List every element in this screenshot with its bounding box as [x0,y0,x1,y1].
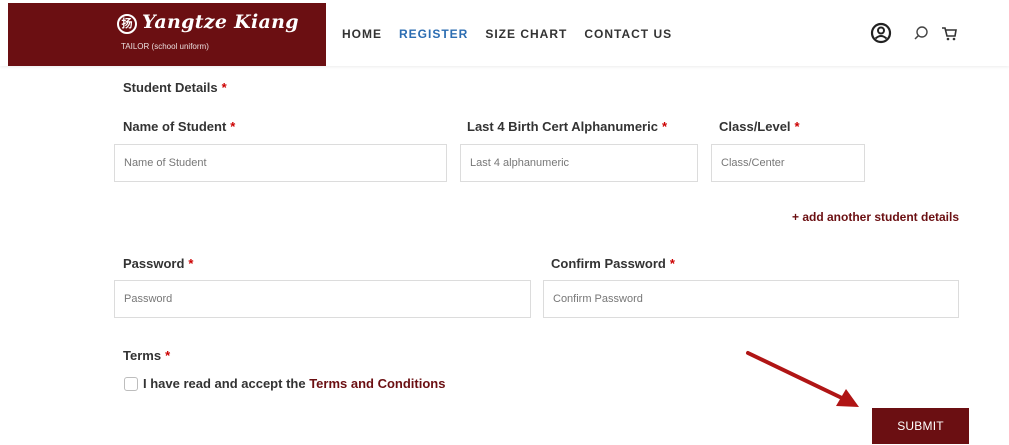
label-password: Password * [123,256,194,271]
logo-title: Yangtze Kiang [142,11,299,33]
section-title-student-details: Student Details * [123,80,227,95]
confirm-password-input[interactable] [543,280,959,318]
site-header: 扬 Yangtze Kiang TAILOR (school uniform) … [0,0,1009,66]
main-nav: HOME REGISTER SIZE CHART CONTACT US [342,27,689,41]
search-icon[interactable] [913,25,929,41]
logo-emblem-icon: 扬 [117,14,137,34]
annotation-arrow-icon [746,351,859,407]
cart-icon[interactable] [941,26,957,41]
terms-checkbox[interactable] [124,377,138,391]
password-input[interactable] [114,280,531,318]
label-birth-cert: Last 4 Birth Cert Alphanumeric * [467,119,668,134]
nav-contact-us[interactable]: CONTACT US [584,27,672,41]
name-of-student-input[interactable] [114,144,447,182]
add-another-student-link[interactable]: + add another student details [792,210,959,224]
nav-register[interactable]: REGISTER [399,27,468,41]
terms-and-conditions-link[interactable]: Terms and Conditions [309,376,445,391]
terms-checkbox-label: I have read and accept the Terms and Con… [143,376,446,391]
label-terms: Terms * [123,348,171,363]
label-confirm-password: Confirm Password * [551,256,675,271]
class-level-input[interactable] [711,144,865,182]
user-account-icon[interactable] [870,22,892,44]
birth-cert-input[interactable] [460,144,698,182]
nav-home[interactable]: HOME [342,27,382,41]
label-name-of-student: Name of Student * [123,119,236,134]
site-logo[interactable]: 扬 Yangtze Kiang TAILOR (school uniform) [8,3,326,66]
nav-size-chart[interactable]: SIZE CHART [485,27,567,41]
submit-button[interactable]: SUBMIT [872,408,969,444]
label-class-level: Class/Level * [719,119,800,134]
logo-subtitle: TAILOR (school uniform) [121,42,209,51]
